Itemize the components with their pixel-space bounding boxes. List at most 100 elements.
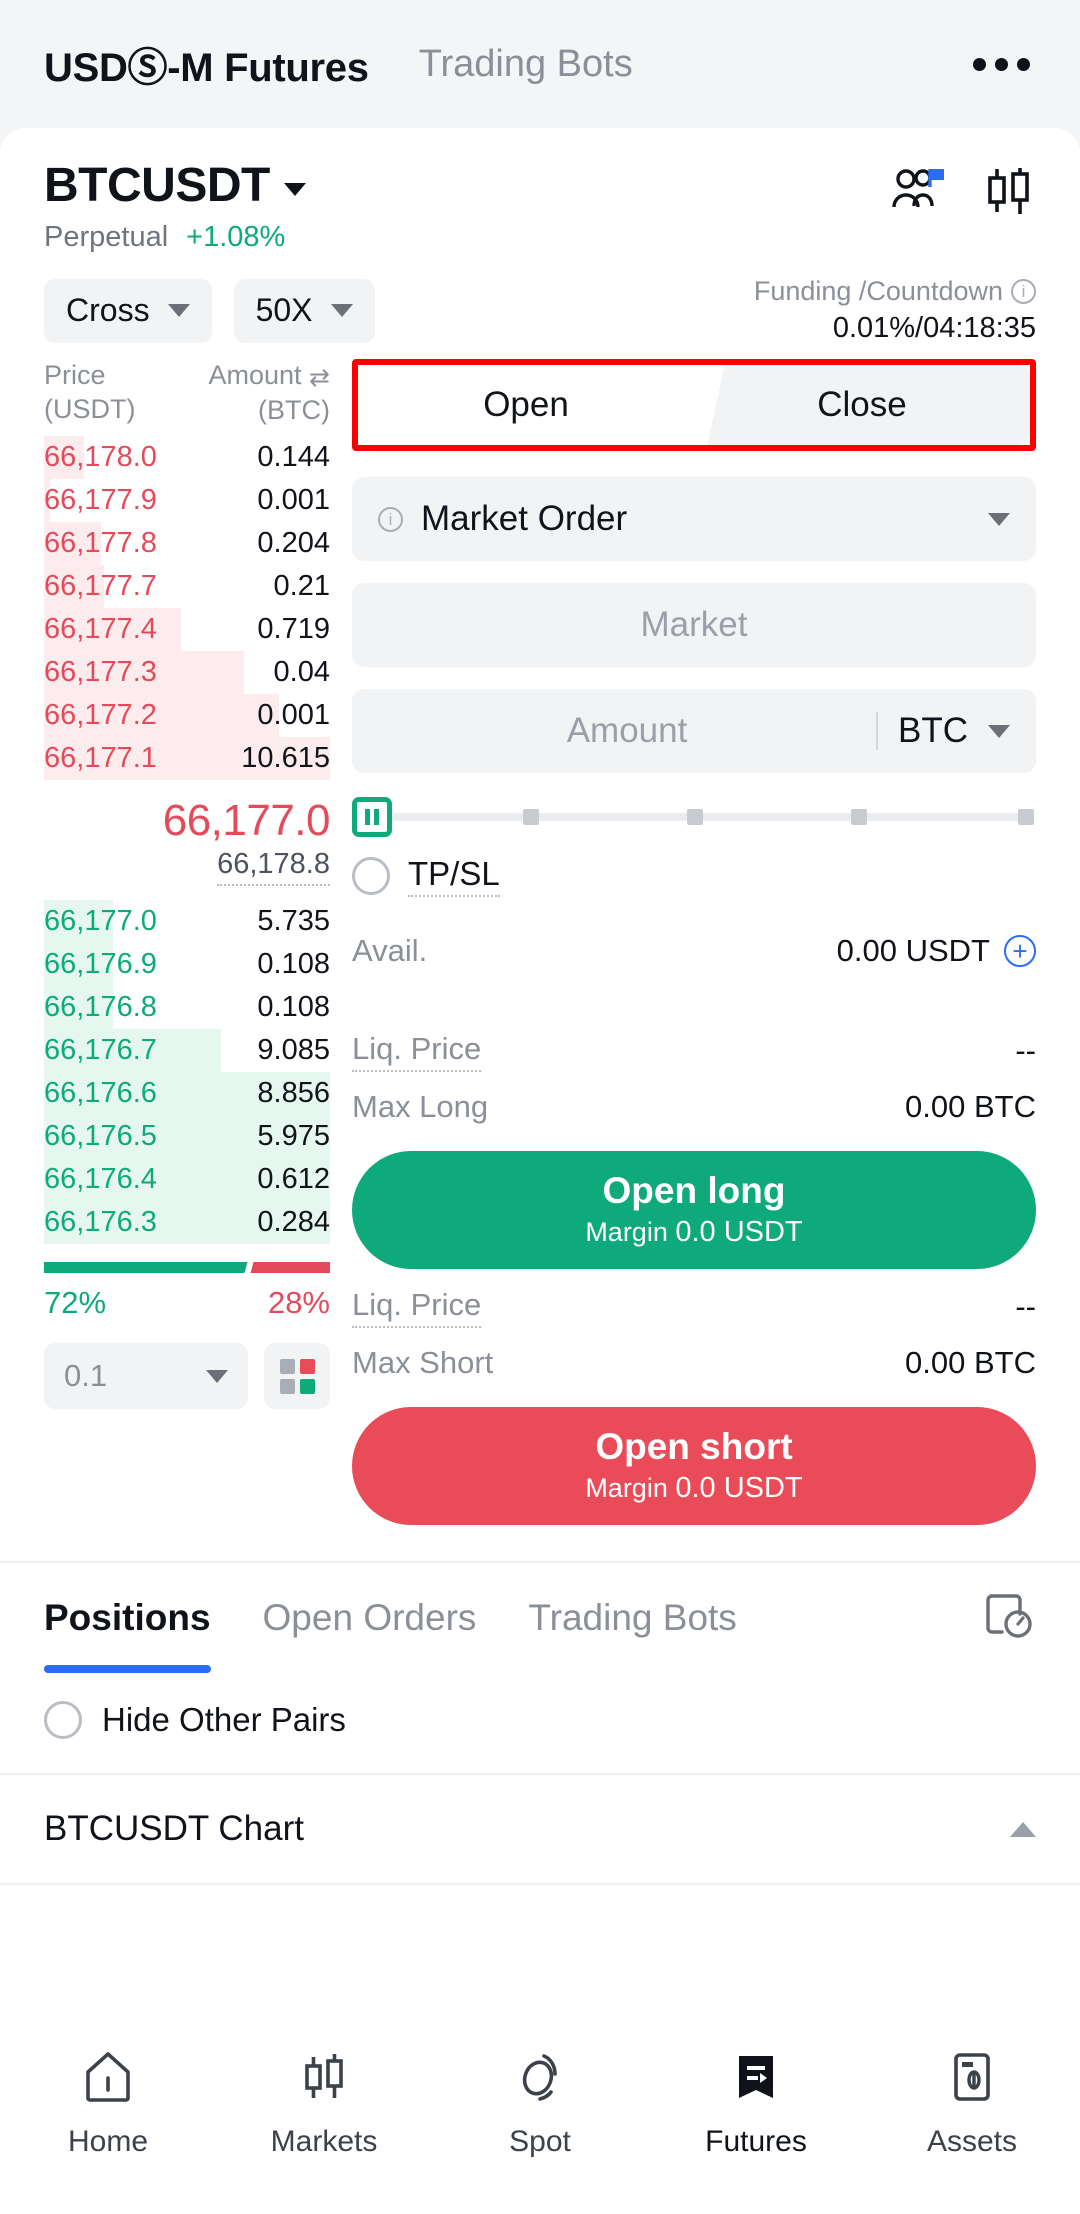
tab-trading-bots[interactable]: Trading Bots xyxy=(419,43,633,86)
nav-item-spot[interactable]: Spot xyxy=(432,2048,648,2159)
order-type-selector[interactable]: i Market Order xyxy=(352,477,1036,561)
short-margin-value: 0.0 USDT xyxy=(675,1471,803,1504)
order-history-icon[interactable] xyxy=(984,1590,1036,1647)
chevron-down-icon xyxy=(988,512,1010,526)
radio-icon[interactable] xyxy=(44,1701,82,1739)
order-book-row[interactable]: 66,176.4 0.612 xyxy=(44,1158,330,1201)
order-book-row[interactable]: 66,176.5 5.975 xyxy=(44,1115,330,1158)
app-root: USDⓈ-M Futures Trading Bots BTCUSDT Perp… xyxy=(0,0,1080,2214)
nav-item-markets[interactable]: Markets xyxy=(216,2048,432,2159)
funding-value: 0.01%/04:18:35 xyxy=(832,312,1036,344)
slider-handle[interactable] xyxy=(352,797,392,837)
margin-leverage-row: Cross 50X Funding /Countdown i 0.01%/04:… xyxy=(0,254,1080,345)
nav-item-label: Home xyxy=(67,2125,149,2158)
info-icon[interactable]: i xyxy=(378,506,403,532)
chart-section-row[interactable]: BTCUSDT Chart xyxy=(0,1775,1080,1885)
candlestick-icon xyxy=(295,2048,353,2111)
nav-item-label: Futures xyxy=(705,2125,807,2158)
tab-close[interactable]: Close xyxy=(694,365,1030,445)
open-short-button[interactable]: Open short Margin 0.0 USDT xyxy=(352,1407,1036,1525)
order-book-amount: 5.735 xyxy=(257,905,330,937)
tab-open[interactable]: Open xyxy=(358,365,694,445)
depth-view-toggle[interactable] xyxy=(264,1343,330,1409)
ratio-sell: 28% xyxy=(267,1285,330,1320)
top-bar: USDⓈ-M Futures Trading Bots xyxy=(0,0,1080,128)
order-book-header: Price (USDT) Amount ⇄ (BTC) xyxy=(44,359,330,436)
buy-sell-ratio: 72% 28% xyxy=(44,1262,330,1321)
order-book-row[interactable]: 66,177.1 10.615 xyxy=(44,737,330,780)
order-book-amount: 9.085 xyxy=(257,1034,330,1066)
order-book-amount: 5.975 xyxy=(257,1120,330,1152)
lower-tab-positions[interactable]: Positions xyxy=(44,1563,211,1673)
hide-other-pairs-row[interactable]: Hide Other Pairs xyxy=(0,1673,1080,1775)
info-icon[interactable]: i xyxy=(1011,279,1036,304)
order-book-price: 66,177.0 xyxy=(44,905,157,937)
open-long-label: Open long xyxy=(602,1170,786,1212)
max-short-label: Max Short xyxy=(352,1345,494,1380)
order-book-amount: 0.001 xyxy=(257,484,330,516)
amount-unit: BTC xyxy=(898,711,968,750)
long-margin-label: Margin xyxy=(585,1216,668,1247)
order-book-price: 66,177.7 xyxy=(44,570,157,602)
order-book-row[interactable]: 66,177.4 0.719 xyxy=(44,608,330,651)
order-book-row[interactable]: 66,176.7 9.085 xyxy=(44,1029,330,1072)
chevron-down-icon[interactable] xyxy=(988,724,1010,738)
short-margin-label: Margin xyxy=(585,1472,668,1503)
open-long-button[interactable]: Open long Margin 0.0 USDT xyxy=(352,1151,1036,1269)
add-funds-icon[interactable]: + xyxy=(1004,935,1036,967)
nav-item-futures[interactable]: Futures xyxy=(648,2048,864,2159)
open-short-label: Open short xyxy=(595,1426,793,1468)
order-book-price: 66,176.8 xyxy=(44,991,157,1023)
precision-value: 0.1 xyxy=(64,1358,108,1393)
available-value: 0.00 USDT xyxy=(836,933,990,968)
order-book-row[interactable]: 66,177.7 0.21 xyxy=(44,565,330,608)
amount-slider[interactable] xyxy=(352,797,1036,837)
order-book-amount: 0.21 xyxy=(273,570,330,602)
order-book-row[interactable]: 66,177.3 0.04 xyxy=(44,651,330,694)
radio-icon[interactable] xyxy=(352,857,390,895)
chevron-up-icon[interactable] xyxy=(1010,1821,1036,1837)
max-short-row: Max Short 0.00 BTC xyxy=(352,1335,1036,1391)
lower-tab-open-orders[interactable]: Open Orders xyxy=(263,1563,477,1673)
order-book-row[interactable]: 66,177.9 0.001 xyxy=(44,479,330,522)
short-liq-label: Liq. Price xyxy=(352,1287,482,1328)
nav-item-assets[interactable]: Assets xyxy=(864,2048,1080,2159)
symbol-selector[interactable]: BTCUSDT xyxy=(44,158,890,213)
nav-item-label: Markets xyxy=(270,2125,378,2158)
order-book-row[interactable]: 66,176.8 0.108 xyxy=(44,986,330,1029)
precision-selector[interactable]: 0.1 xyxy=(44,1343,248,1409)
order-book-amount: 0.001 xyxy=(257,699,330,731)
leverage-selector[interactable]: 50X xyxy=(233,278,375,343)
margin-mode-selector[interactable]: Cross xyxy=(44,278,212,343)
order-book-row[interactable]: 66,176.3 0.284 xyxy=(44,1201,330,1244)
margin-mode-label: Cross xyxy=(66,292,150,328)
futures-icon xyxy=(727,2048,785,2111)
order-book-row[interactable]: 66,178.0 0.144 xyxy=(44,436,330,479)
symbol-change: +1.08% xyxy=(186,221,286,253)
order-book-price: 66,177.8 xyxy=(44,527,157,559)
funding-countdown[interactable]: Funding /Countdown i 0.01%/04:18:35 xyxy=(754,276,1036,345)
chart-section-label: BTCUSDT Chart xyxy=(44,1809,304,1848)
order-book-row[interactable]: 66,176.6 8.856 xyxy=(44,1072,330,1115)
order-book-row[interactable]: 66,177.2 0.001 xyxy=(44,694,330,737)
nav-item-home[interactable]: Home xyxy=(0,2048,216,2159)
ratio-buy: 72% xyxy=(44,1285,107,1320)
ask-rows: 66,178.0 0.144 66,177.9 0.001 66,177.8 0.204 6… xyxy=(44,436,330,780)
copy-trading-icon[interactable] xyxy=(890,167,948,222)
short-liq-value: -- xyxy=(1015,1289,1036,1324)
lower-tab-trading-bots[interactable]: Trading Bots xyxy=(528,1563,736,1673)
candlestick-chart-icon[interactable] xyxy=(982,166,1036,223)
price-input[interactable]: Market xyxy=(352,583,1036,667)
order-book-row[interactable]: 66,177.8 0.204 xyxy=(44,522,330,565)
chevron-down-icon xyxy=(330,304,353,317)
more-horizontal-icon[interactable] xyxy=(967,44,1036,85)
tpsl-toggle[interactable]: TP/SL xyxy=(352,855,1036,897)
swap-icon[interactable]: ⇄ xyxy=(309,363,330,394)
order-book-price: 66,176.7 xyxy=(44,1034,157,1066)
order-book-row[interactable]: 66,177.0 5.735 xyxy=(44,900,330,943)
amount-input[interactable]: Amount xyxy=(567,711,688,751)
order-book-row[interactable]: 66,176.9 0.108 xyxy=(44,943,330,986)
price-placeholder: Market xyxy=(640,605,748,644)
main-sheet: BTCUSDT Perpetual +1.08% Cross 50X Fundi… xyxy=(0,128,1080,2024)
assets-icon xyxy=(943,2048,1001,2111)
